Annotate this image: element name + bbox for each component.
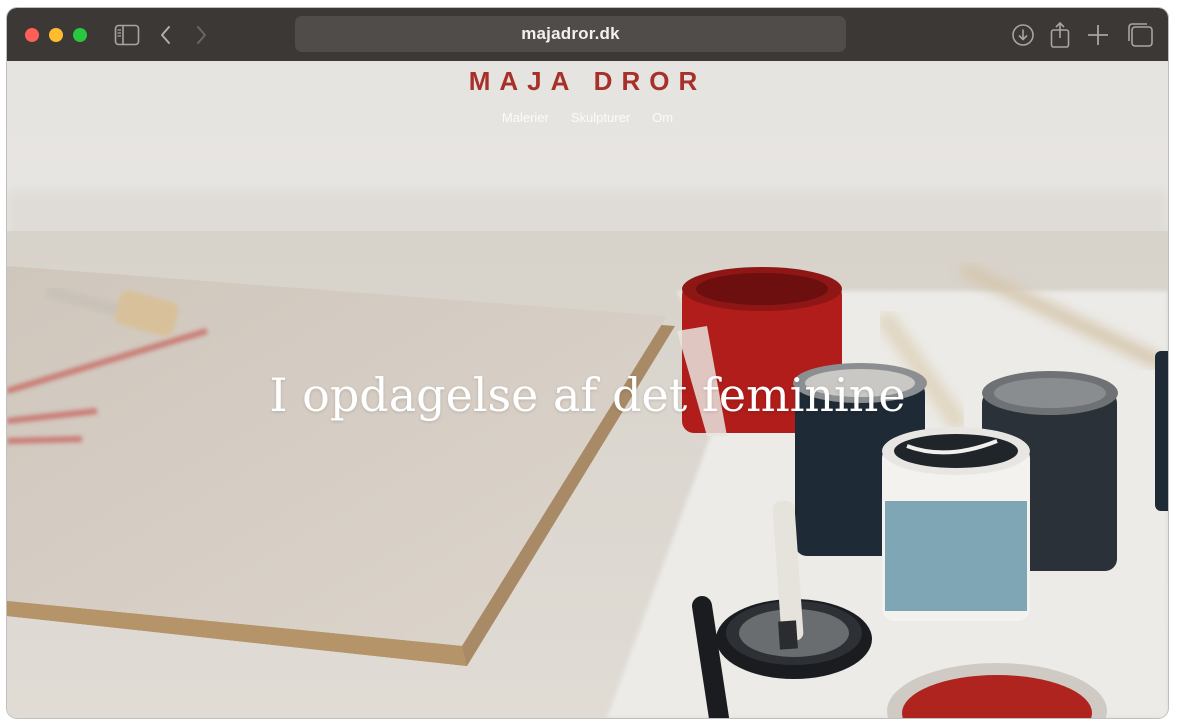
tab-overview-icon[interactable] bbox=[1126, 22, 1154, 48]
hero-headline: I opdagelse af det feminine bbox=[269, 368, 906, 422]
address-bar[interactable]: majadror.dk bbox=[295, 16, 846, 52]
browser-window: majadror.dk MAJA DROR Malerier Skulpture… bbox=[7, 8, 1168, 718]
sidebar-icon[interactable] bbox=[113, 22, 141, 48]
share-icon[interactable] bbox=[1046, 21, 1074, 48]
nav-item-om[interactable]: Om bbox=[648, 108, 677, 127]
nav-item-malerier[interactable]: Malerier bbox=[498, 108, 553, 127]
zoom-window-button[interactable] bbox=[73, 28, 87, 42]
web-content: MAJA DROR Malerier Skulpturer Om I opdag… bbox=[7, 61, 1168, 718]
plus-icon[interactable] bbox=[1084, 22, 1112, 48]
close-window-button[interactable] bbox=[25, 28, 39, 42]
nav-item-skulpturer[interactable]: Skulpturer bbox=[567, 108, 634, 127]
chevron-right-icon[interactable] bbox=[187, 22, 215, 48]
download-icon[interactable] bbox=[1009, 22, 1037, 48]
chevron-left-icon[interactable] bbox=[152, 22, 180, 48]
address-text: majadror.dk bbox=[521, 24, 620, 43]
site-logo[interactable]: MAJA DROR bbox=[7, 66, 1168, 97]
browser-toolbar: majadror.dk bbox=[7, 8, 1168, 61]
site-nav: Malerier Skulpturer Om bbox=[7, 108, 1168, 127]
minimize-window-button[interactable] bbox=[49, 28, 63, 42]
